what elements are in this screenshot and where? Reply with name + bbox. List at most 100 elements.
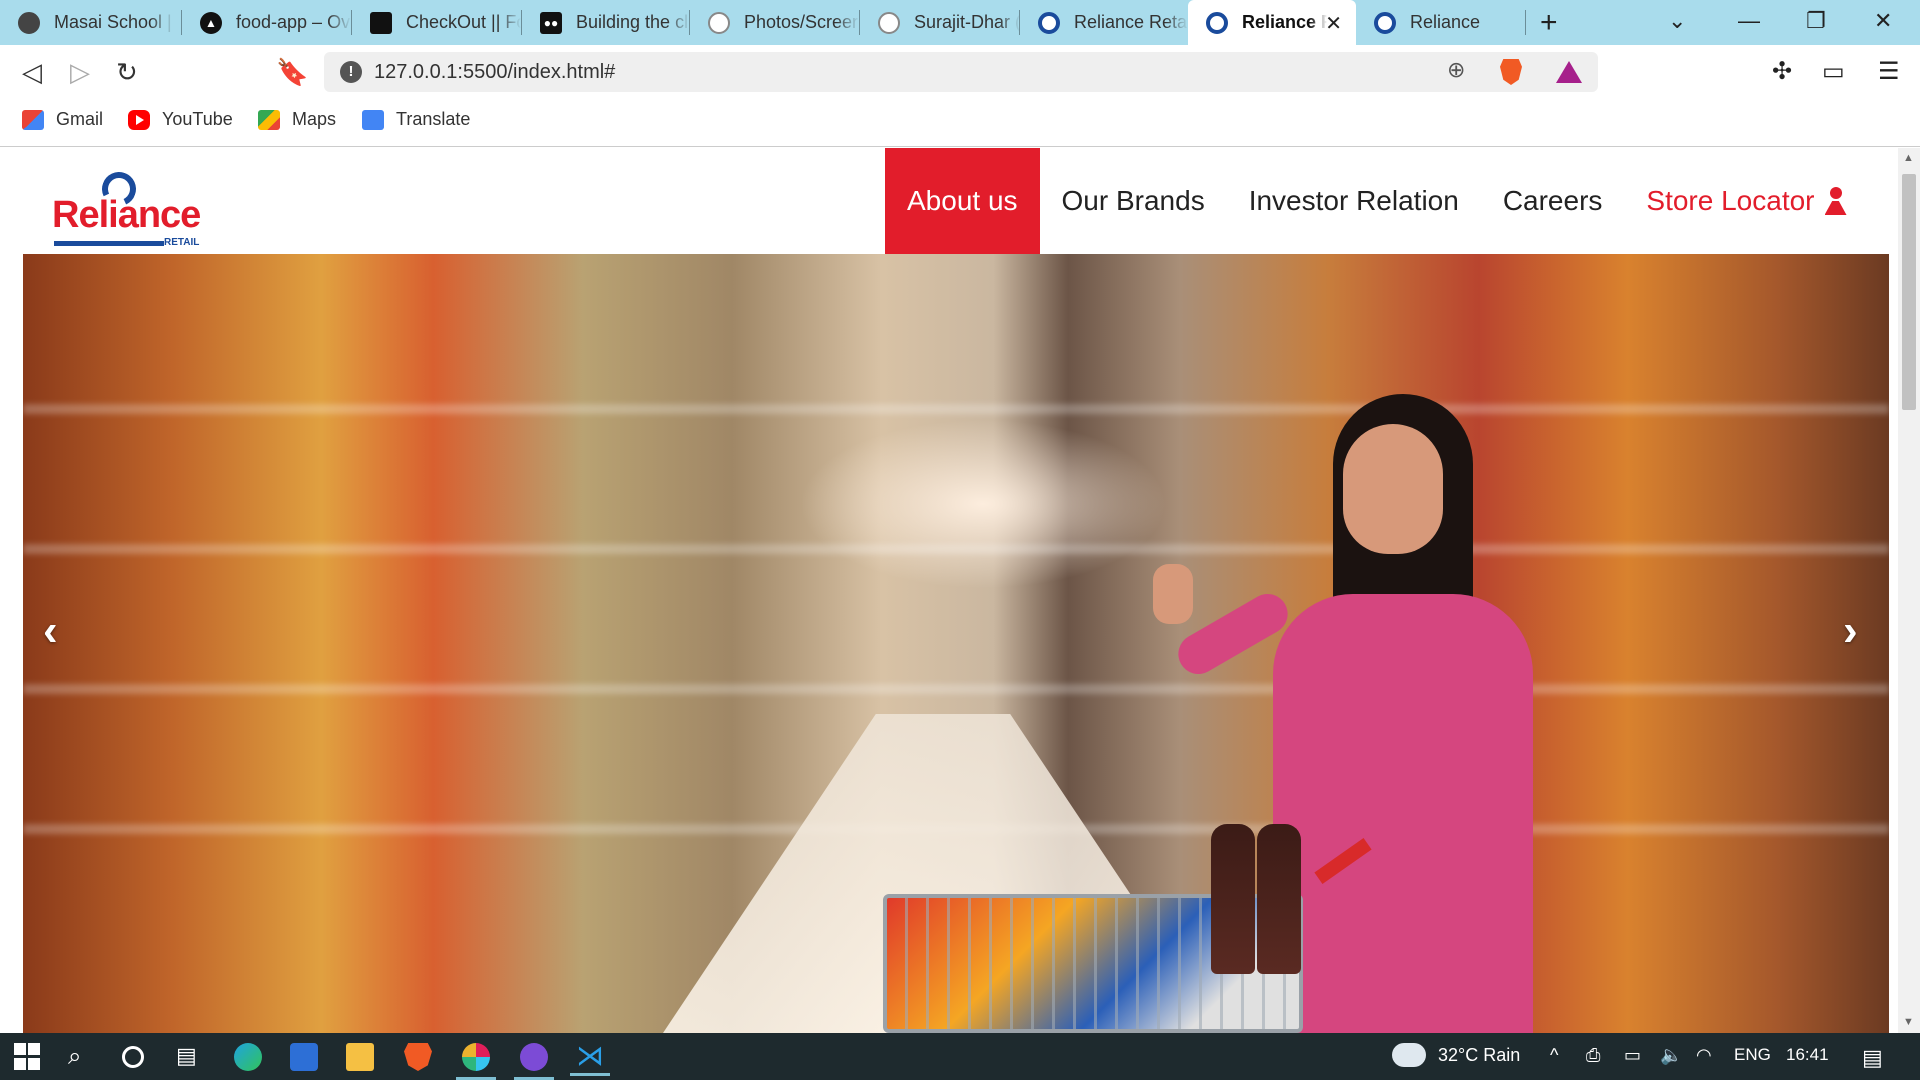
medium-logo-icon: ●● — [540, 11, 562, 34]
browser-tab-strip: Masai School | ▲ food-app – Ov CheckOut … — [0, 0, 1920, 45]
tab-surajit[interactable]: Surajit-Dhar (S — [860, 0, 1020, 45]
weather-icon[interactable] — [1392, 1043, 1426, 1067]
gmail-icon — [22, 109, 44, 130]
reliance-logo-icon — [1374, 11, 1396, 34]
tab-title: Building the cl — [576, 12, 689, 32]
vscode-icon[interactable]: ⋊ — [570, 1039, 610, 1076]
carousel-prev-icon[interactable]: ‹ — [43, 606, 58, 656]
page-scrollbar[interactable]: ▲ ▼ — [1898, 148, 1920, 1033]
tab-title: Reliance — [1410, 12, 1481, 32]
task-view-icon[interactable]: ▤ — [176, 1043, 204, 1071]
edge-icon[interactable] — [234, 1043, 262, 1071]
tab-title: Reliance Retail — [1074, 12, 1188, 32]
bookmark-gmail[interactable]: Gmail — [22, 109, 103, 130]
reload-icon[interactable]: ↻ — [116, 57, 138, 88]
tab-building[interactable]: ●● Building the cl — [522, 0, 690, 45]
address-bar[interactable]: ! 127.0.0.1:5500/index.html# ⊕ — [324, 52, 1598, 92]
zoom-icon[interactable]: ⊕ — [1447, 57, 1465, 83]
start-icon[interactable] — [14, 1043, 42, 1071]
triangle-logo-icon: ▲ — [200, 11, 222, 34]
brave-rewards-icon[interactable] — [1556, 61, 1582, 83]
bookmark-label: Translate — [396, 109, 471, 129]
reliance-retail-logo[interactable]: Reliance RETAIL — [52, 167, 204, 252]
restore-icon[interactable]: ❐ — [1806, 8, 1826, 34]
shopping-cart-image — [843, 824, 1383, 1033]
meet-now-icon[interactable]: ⎙ — [1586, 1045, 1600, 1066]
tab-masai-school[interactable]: Masai School | — [0, 0, 182, 45]
slack-icon[interactable] — [456, 1043, 496, 1080]
close-tab-icon[interactable]: ✕ — [1325, 11, 1342, 36]
volume-icon[interactable]: 🔈 — [1660, 1045, 1682, 1066]
tab-title: Reliance R — [1242, 12, 1327, 32]
bookmark-label: YouTube — [162, 109, 233, 129]
back-icon[interactable]: ◁ — [22, 57, 42, 88]
nav-label: Investor Relation — [1248, 185, 1459, 216]
github-icon — [878, 11, 900, 34]
site-header: Reliance RETAIL About us Our Brands Inve… — [0, 148, 1898, 254]
show-hidden-icons-icon[interactable]: ^ — [1550, 1045, 1558, 1066]
logo-wordmark: Reliance — [52, 194, 201, 236]
nav-label: Careers — [1502, 185, 1603, 216]
tab-reliance-active[interactable]: Reliance R ✕ — [1188, 0, 1356, 45]
minimize-icon[interactable]: — — [1738, 8, 1760, 34]
reliance-logo-icon — [1038, 11, 1060, 34]
menu-icon[interactable]: ☰ — [1878, 57, 1900, 86]
tab-title: food-app – Ov — [236, 12, 351, 32]
tab-photos[interactable]: Photos/Screer — [690, 0, 860, 45]
bookmark-translate[interactable]: Translate — [362, 109, 470, 130]
weather-text[interactable]: 32°C Rain — [1438, 1045, 1520, 1066]
hero-carousel: ‹ › — [23, 254, 1889, 1033]
carousel-next-icon[interactable]: › — [1843, 606, 1858, 656]
github-desktop-icon[interactable] — [514, 1043, 554, 1080]
food-logo-icon — [370, 11, 392, 34]
new-tab-icon[interactable]: + — [1540, 6, 1558, 40]
page-viewport: Reliance RETAIL About us Our Brands Inve… — [0, 148, 1898, 1033]
store-icon[interactable] — [290, 1043, 318, 1071]
close-window-icon[interactable]: ✕ — [1874, 8, 1892, 34]
tab-reliance-retail[interactable]: Reliance Retail — [1020, 0, 1188, 45]
nav-careers[interactable]: Careers — [1481, 148, 1625, 254]
forward-icon[interactable]: ▷ — [70, 57, 90, 88]
battery-icon[interactable]: ▭ — [1624, 1045, 1641, 1066]
notifications-icon[interactable]: ▤ — [1862, 1045, 1883, 1071]
cortana-icon[interactable] — [122, 1046, 144, 1068]
tab-food-app[interactable]: ▲ food-app – Ov — [182, 0, 352, 45]
wifi-icon[interactable]: ◠ — [1696, 1045, 1712, 1066]
nav-investor-relation[interactable]: Investor Relation — [1227, 148, 1481, 254]
main-nav: About us Our Brands Investor Relation Ca… — [885, 148, 1869, 254]
clock[interactable]: 16:41 — [1786, 1045, 1829, 1065]
windows-taskbar: ⌕ ▤ ⋊ 32°C Rain ^ ⎙ ▭ 🔈 ◠ ENG 16:41 ▤ — [0, 1033, 1920, 1080]
nav-about-us[interactable]: About us — [885, 148, 1040, 254]
nav-our-brands[interactable]: Our Brands — [1040, 148, 1227, 254]
wallet-icon[interactable]: ▭ — [1822, 57, 1845, 86]
nav-label: Our Brands — [1061, 185, 1205, 216]
tab-checkout[interactable]: CheckOut || Fo — [352, 0, 522, 45]
bookmarks-bar: Gmail YouTube Maps Translate — [0, 100, 1920, 147]
brave-shields-icon[interactable] — [1500, 59, 1522, 85]
language-indicator[interactable]: ENG — [1734, 1045, 1771, 1065]
bookmark-youtube[interactable]: YouTube — [128, 109, 233, 130]
bookmark-label: Maps — [292, 109, 337, 129]
bookmark-icon[interactable]: 🔖 — [276, 57, 308, 88]
tab-title: CheckOut || Fo — [406, 12, 521, 32]
reliance-logo-icon — [1206, 11, 1228, 34]
url-text[interactable]: 127.0.0.1:5500/index.html# — [374, 61, 615, 84]
bookmark-maps[interactable]: Maps — [258, 109, 336, 130]
tab-reliance[interactable]: Reliance — [1356, 0, 1526, 45]
scroll-down-icon[interactable]: ▼ — [1903, 1016, 1914, 1028]
nav-label: Store Locator — [1646, 185, 1815, 216]
site-info-icon[interactable]: ! — [340, 61, 362, 83]
tab-search-icon[interactable]: ⌄ — [1668, 8, 1686, 34]
nav-store-locator[interactable]: Store Locator — [1624, 148, 1868, 254]
scroll-up-icon[interactable]: ▲ — [1903, 152, 1914, 164]
brave-icon[interactable] — [404, 1043, 432, 1071]
bookmark-label: Gmail — [56, 109, 104, 129]
scroll-thumb[interactable] — [1902, 174, 1916, 410]
nav-label: About us — [907, 185, 1018, 216]
extensions-icon[interactable]: ✣ — [1772, 57, 1792, 86]
logo-subtitle: RETAIL — [164, 237, 200, 248]
file-explorer-icon[interactable] — [346, 1043, 374, 1071]
maps-icon — [258, 109, 280, 130]
tab-title: Photos/Screer — [744, 12, 859, 32]
search-icon[interactable]: ⌕ — [68, 1043, 96, 1071]
